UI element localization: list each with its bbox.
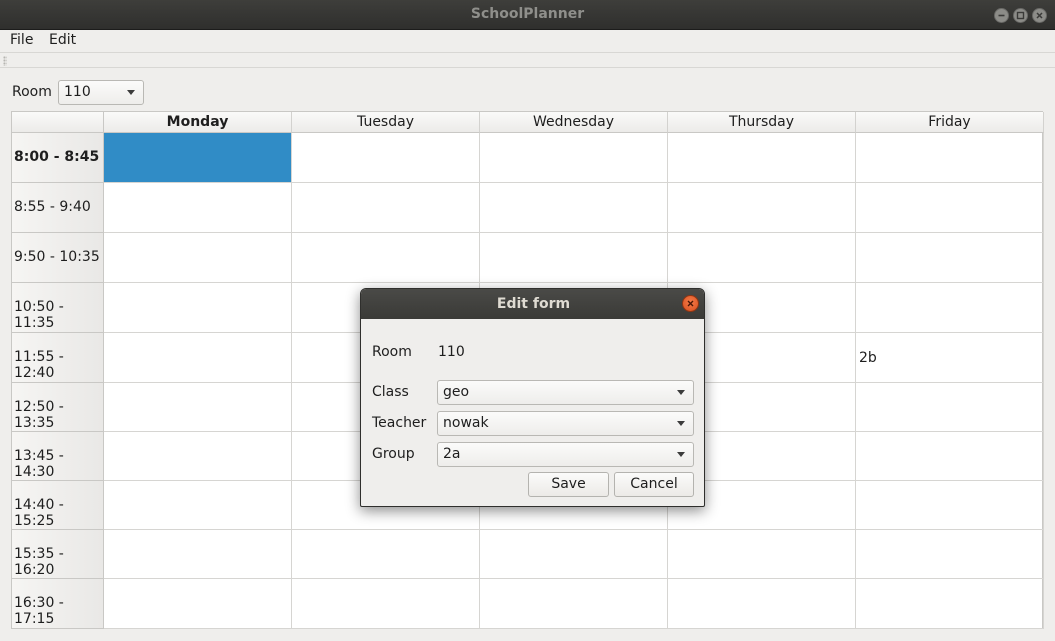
timetable-cell[interactable]: [480, 530, 668, 579]
timetable-cell[interactable]: [292, 183, 480, 233]
time-slot-label: 8:00 - 8:45: [14, 149, 100, 165]
timetable-cell[interactable]: [856, 233, 1044, 283]
timetable-cell[interactable]: [856, 481, 1044, 530]
timetable-cell[interactable]: [480, 579, 668, 629]
timetable-cell[interactable]: [104, 283, 292, 333]
teacher-label: Teacher: [372, 415, 427, 431]
teacher-select[interactable]: nowak: [437, 411, 694, 436]
time-slot-label: 14:40 - 15:25: [14, 496, 64, 529]
grid-corner: [12, 112, 104, 133]
time-slot-label: 8:55 - 9:40: [14, 199, 91, 215]
window-titlebar: SchoolPlanner: [0, 0, 1055, 30]
time-slot-header[interactable]: 8:00 - 8:45: [12, 133, 104, 183]
timetable-cell[interactable]: [104, 432, 292, 481]
timetable-cell[interactable]: [856, 133, 1044, 183]
time-slot-header[interactable]: 10:50 - 11:35: [12, 283, 104, 333]
group-select[interactable]: 2a: [437, 442, 694, 467]
time-slot-label: 16:30 - 17:15: [14, 595, 64, 627]
timetable-cell[interactable]: [104, 383, 292, 432]
timetable-cell[interactable]: [856, 183, 1044, 233]
minimize-icon[interactable]: [994, 8, 1009, 23]
toolbar: [0, 52, 1055, 68]
timetable-cell[interactable]: [668, 530, 856, 579]
timetable-cell[interactable]: [480, 183, 668, 233]
edit-form-dialog: Edit form Room 110 Class geo Teacher now…: [360, 288, 705, 507]
timetable-cell[interactable]: [104, 333, 292, 383]
timetable-cell[interactable]: [480, 133, 668, 183]
chevron-down-icon: [677, 390, 685, 395]
cell-entry: 2b: [859, 350, 877, 366]
timetable-cell[interactable]: [668, 133, 856, 183]
timetable-cell[interactable]: [856, 432, 1044, 481]
time-slot-label: 12:50 - 13:35: [14, 398, 64, 431]
time-slot-label: 10:50 - 11:35: [14, 299, 64, 331]
timetable-cell[interactable]: [856, 283, 1044, 333]
toolbar-grip-icon[interactable]: [3, 56, 7, 66]
teacher-select-value: nowak: [443, 415, 489, 431]
timetable-cell[interactable]: [292, 133, 480, 183]
day-header[interactable]: Tuesday: [292, 112, 480, 133]
timetable-cell[interactable]: [292, 530, 480, 579]
class-select-value: geo: [443, 384, 470, 400]
timetable-cell[interactable]: [856, 383, 1044, 432]
timetable-cell[interactable]: [104, 530, 292, 579]
class-select[interactable]: geo: [437, 380, 694, 405]
time-slot-header[interactable]: 8:55 - 9:40: [12, 183, 104, 233]
room-label: Room: [12, 84, 52, 100]
timetable-cell[interactable]: [104, 481, 292, 530]
save-button[interactable]: Save: [528, 472, 609, 497]
time-slot-header[interactable]: 12:50 - 13:35: [12, 383, 104, 432]
chevron-down-icon: [677, 421, 685, 426]
room-select[interactable]: 110: [58, 80, 144, 105]
timetable-cell[interactable]: [104, 579, 292, 629]
timetable-cell[interactable]: [104, 183, 292, 233]
timetable-cell[interactable]: [292, 233, 480, 283]
class-label: Class: [372, 384, 409, 400]
menu-bar: File Edit: [0, 30, 1055, 52]
time-slot-header[interactable]: 11:55 - 12:40: [12, 333, 104, 383]
timetable-cell[interactable]: 2b: [856, 333, 1044, 383]
timetable-cell[interactable]: [668, 233, 856, 283]
time-slot-header[interactable]: 16:30 - 17:15: [12, 579, 104, 629]
dialog-close-icon[interactable]: [682, 295, 699, 312]
room-select-value: 110: [64, 84, 91, 100]
timetable-cell[interactable]: [292, 579, 480, 629]
time-slot-label: 13:45 - 14:30: [14, 447, 64, 480]
maximize-icon[interactable]: [1013, 8, 1028, 23]
time-slot-header[interactable]: 14:40 - 15:25: [12, 481, 104, 530]
time-slot-header[interactable]: 13:45 - 14:30: [12, 432, 104, 481]
dialog-room-value: 110: [438, 344, 465, 360]
dialog-title: Edit form: [361, 289, 704, 319]
timetable-cell[interactable]: [104, 233, 292, 283]
status-bar: [0, 632, 1055, 641]
timetable-cell[interactable]: [856, 579, 1044, 629]
group-label: Group: [372, 446, 415, 462]
timetable-cell[interactable]: [104, 133, 292, 183]
time-slot-header[interactable]: 15:35 - 16:20: [12, 530, 104, 579]
window-title: SchoolPlanner: [470, 6, 585, 22]
group-select-value: 2a: [443, 446, 461, 462]
time-slot-label: 11:55 - 12:40: [14, 349, 64, 381]
timetable-cell[interactable]: [856, 530, 1044, 579]
cancel-button[interactable]: Cancel: [614, 472, 694, 497]
timetable-cell[interactable]: [668, 183, 856, 233]
day-header[interactable]: Monday: [104, 112, 292, 133]
chevron-down-icon: [677, 452, 685, 457]
close-icon[interactable]: [1032, 8, 1047, 23]
time-slot-label: 15:35 - 16:20: [14, 545, 64, 578]
menu-file[interactable]: File: [10, 32, 33, 48]
timetable-cell[interactable]: [668, 579, 856, 629]
day-header[interactable]: Thursday: [668, 112, 856, 133]
chevron-down-icon: [127, 90, 135, 95]
dialog-room-label: Room: [372, 344, 412, 360]
time-slot-header[interactable]: 9:50 - 10:35: [12, 233, 104, 283]
timetable-cell[interactable]: [480, 233, 668, 283]
time-slot-label: 9:50 - 10:35: [14, 249, 100, 265]
menu-edit[interactable]: Edit: [49, 32, 76, 48]
day-header[interactable]: Wednesday: [480, 112, 668, 133]
day-header[interactable]: Friday: [856, 112, 1044, 133]
